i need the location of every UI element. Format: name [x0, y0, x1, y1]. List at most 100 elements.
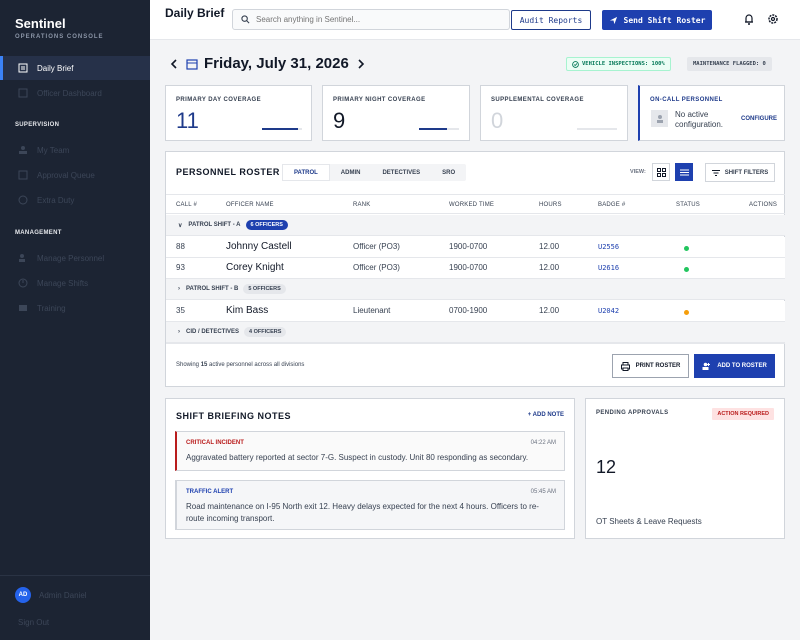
- table-row[interactable]: 88 Johnny Castell Officer (PO3) 1900-070…: [166, 237, 785, 258]
- group-patrol-shift-b[interactable]: › PATROL SHIFT - B 5 OFFICERS: [166, 279, 785, 300]
- worked-time: 0700-1900: [449, 306, 488, 315]
- print-roster-button[interactable]: PRINT ROSTER: [612, 354, 689, 378]
- group-label: CID / DETECTIVES: [186, 329, 240, 335]
- bell-icon[interactable]: [742, 12, 756, 26]
- table-row[interactable]: 35 Kim Bass Lieutenant 0700-1900 12.00 U…: [166, 301, 785, 322]
- worked-time: 1900-0700: [449, 263, 488, 272]
- pending-label: PENDING APPROVALS: [596, 410, 669, 416]
- sidebar-item-officer-dashboard[interactable]: Officer Dashboard: [0, 81, 150, 105]
- sidebar-item-approval-queue[interactable]: Approval Queue: [0, 163, 150, 187]
- rank: Lieutenant: [353, 306, 391, 315]
- group-label: PATROL SHIFT - A: [188, 222, 241, 228]
- summary-prefix: Showing: [176, 362, 201, 368]
- call-number: 88: [176, 242, 185, 251]
- col-worked-time: WORKED TIME: [449, 202, 495, 208]
- status-indicator: [684, 310, 689, 315]
- note-tag: TRAFFIC ALERT: [186, 489, 234, 495]
- stat-label: ON-CALL PERSONNEL: [650, 97, 723, 103]
- sidebar-item-training[interactable]: Training: [0, 296, 150, 320]
- hours: 12.00: [539, 306, 560, 315]
- chevron-right-icon: ›: [178, 329, 180, 335]
- brand-logo: Sentinel: [15, 16, 66, 31]
- badge-number[interactable]: U2042: [598, 307, 619, 315]
- configure-link[interactable]: CONFIGURE: [741, 116, 777, 122]
- user-profile[interactable]: AD Admin Daniel: [15, 587, 87, 603]
- table-row[interactable]: 93 Corey Knight Officer (PO3) 1900-0700 …: [166, 258, 785, 279]
- grid-view-button[interactable]: [652, 163, 670, 181]
- stat-value: 11: [176, 108, 199, 133]
- document-icon: [18, 63, 28, 73]
- chevron-right-icon: ›: [178, 286, 180, 292]
- col-status: STATUS: [676, 202, 700, 208]
- stat-label: PRIMARY NIGHT COVERAGE: [333, 97, 426, 103]
- people-icon: [19, 146, 27, 154]
- roster-title: PERSONNEL ROSTER: [176, 167, 280, 177]
- sidebar-item-manage-personnel[interactable]: Manage Personnel: [0, 246, 150, 270]
- add-note-button[interactable]: + ADD NOTE: [528, 412, 564, 418]
- list-view-button[interactable]: [675, 163, 693, 181]
- pending-subtitle: OT Sheets & Leave Requests: [596, 517, 702, 526]
- sidebar-item-label: Manage Shifts: [37, 278, 89, 288]
- col-call: CALL #: [176, 202, 197, 208]
- badge-number[interactable]: U2556: [598, 243, 619, 251]
- add-to-roster-button[interactable]: ADD TO ROSTER: [694, 354, 775, 378]
- group-cid-detectives[interactable]: › CID / DETECTIVES 4 OFFICERS: [166, 322, 785, 343]
- pending-approvals[interactable]: PENDING APPROVALS ACTION REQUIRED 12 OT …: [585, 398, 785, 539]
- sidebar-item-daily-brief[interactable]: Daily Brief: [0, 56, 150, 80]
- summary-suffix: active personnel across all divisions: [207, 362, 305, 368]
- vehicle-inspections-badge: VEHICLE INSPECTIONS: 100%: [566, 57, 671, 71]
- sidebar-item-manage-shifts[interactable]: Manage Shifts: [0, 271, 150, 295]
- gear-icon[interactable]: [766, 12, 780, 26]
- col-badge: BADGE #: [598, 202, 626, 208]
- stat-card-day: PRIMARY DAY COVERAGE 11: [165, 85, 312, 141]
- tab-admin[interactable]: ADMIN: [330, 164, 372, 181]
- sidebar-item-label: My Team: [37, 145, 70, 155]
- tab-patrol[interactable]: PATROL: [282, 164, 330, 181]
- check-circle-icon: [572, 60, 579, 68]
- search-input[interactable]: [256, 15, 496, 24]
- worked-time: 1900-0700: [449, 242, 488, 251]
- personnel-roster: PERSONNEL ROSTER PATROL ADMIN DETECTIVES…: [165, 151, 785, 387]
- oncall-status: No active configuration.: [675, 110, 724, 129]
- filter-label: SHIFT FILTERS: [724, 169, 769, 176]
- sidebar-item-label: Daily Brief: [37, 63, 74, 73]
- sidebar-item-label: Training: [37, 303, 66, 313]
- chevron-left-icon[interactable]: [170, 58, 178, 69]
- top-header: Daily Brief Audit Reports Send Shift Ros…: [150, 0, 800, 40]
- stat-card-night: PRIMARY NIGHT COVERAGE 9: [322, 85, 470, 141]
- list-icon: [679, 169, 689, 175]
- note-critical-incident[interactable]: CRITICAL INCIDENT 04:22 AM Aggravated ba…: [175, 431, 565, 471]
- col-actions: ACTIONS: [749, 202, 778, 208]
- send-icon: [609, 16, 617, 24]
- status-indicator: [684, 267, 689, 272]
- search-box[interactable]: [232, 9, 510, 30]
- tab-sro[interactable]: SRO: [431, 164, 466, 181]
- sidebar: Sentinel OPERATIONS CONSOLE Daily Brief …: [0, 0, 150, 640]
- note-body: Aggravated battery reported at sector 7-…: [186, 453, 529, 462]
- chevron-right-icon[interactable]: [357, 58, 365, 69]
- stat-card-supplemental: SUPPLEMENTAL COVERAGE 0: [480, 85, 628, 141]
- tab-detectives[interactable]: DETECTIVES: [371, 164, 431, 181]
- send-shift-roster-button[interactable]: Send Shift Roster: [602, 10, 712, 30]
- globe-icon: [18, 195, 28, 205]
- sidebar-item-label: Manage Personnel: [37, 253, 105, 263]
- call-number: 93: [176, 263, 185, 272]
- note-tag: CRITICAL INCIDENT: [186, 440, 244, 446]
- sidebar-item-extra-duty[interactable]: Extra Duty: [0, 188, 150, 212]
- note-traffic-alert[interactable]: TRAFFIC ALERT 05:45 AM Road maintenance …: [175, 480, 565, 530]
- group-patrol-shift-a[interactable]: ∨ PATROL SHIFT - A 6 OFFICERS: [166, 215, 785, 236]
- grid-icon: [656, 167, 666, 177]
- shift-filters-button[interactable]: SHIFT FILTERS: [705, 163, 775, 182]
- stat-label: SUPPLEMENTAL COVERAGE: [491, 97, 584, 103]
- sidebar-item-my-team[interactable]: My Team: [0, 138, 150, 162]
- audit-reports-button[interactable]: Audit Reports: [511, 10, 591, 30]
- sign-out-link[interactable]: Sign Out: [18, 618, 49, 627]
- officer-name: Corey Knight: [226, 262, 284, 273]
- stat-progress-fill: [262, 128, 298, 130]
- note-time: 05:45 AM: [530, 489, 556, 495]
- filter-icon: [711, 169, 720, 176]
- badge-number[interactable]: U2616: [598, 264, 619, 272]
- stat-value: 9: [333, 108, 346, 133]
- shift-briefing-notes: SHIFT BRIEFING NOTES + ADD NOTE CRITICAL…: [165, 398, 575, 539]
- note-body: Road maintenance on I-95 North exit 12. …: [186, 502, 539, 523]
